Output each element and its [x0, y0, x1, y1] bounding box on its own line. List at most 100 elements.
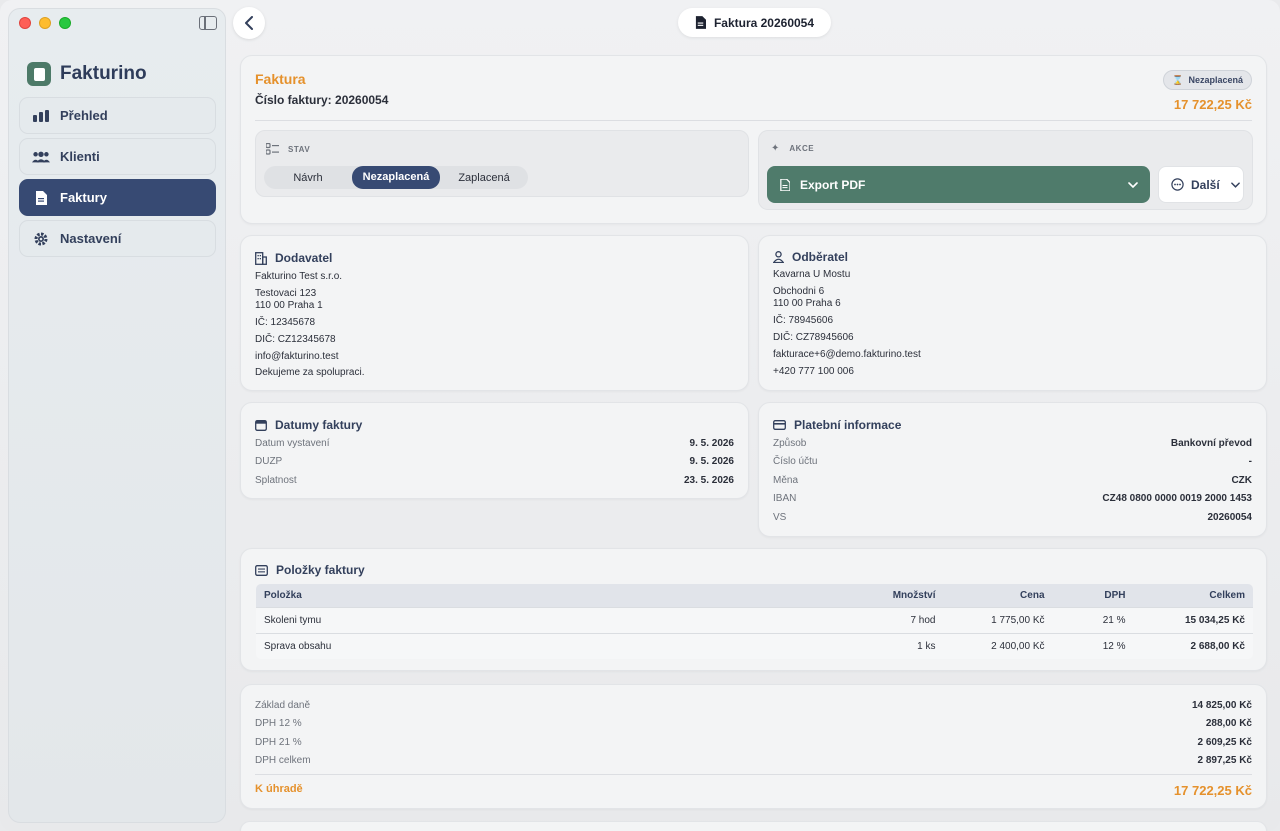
sidebar-item-klienti[interactable]: Klienti: [19, 138, 216, 175]
summary-value: 288,00 Kč: [1205, 718, 1252, 729]
app-window: Fakturino Přehled Klienti Faktury Nastav…: [0, 0, 1280, 831]
minimize-window-button[interactable]: [39, 17, 51, 29]
credit-card-icon: [773, 420, 786, 430]
status-option-nezaplacena[interactable]: Nezaplacená: [352, 166, 440, 189]
supplier-name: Fakturino Test s.r.o.: [255, 271, 343, 282]
table-cell: 21 %: [1052, 607, 1134, 634]
divider: [255, 120, 1252, 121]
actions-section-header: ✦ AKCE: [771, 143, 814, 154]
amount-due-value: 17 722,25 Kč: [1173, 783, 1252, 798]
payment-label: Číslo účtu: [773, 456, 818, 467]
payment-title: Platební informace: [794, 418, 902, 432]
summary-total-row: K úhradě 17 722,25 Kč: [255, 783, 1252, 798]
table-cell: 15 034,25 Kč: [1133, 607, 1253, 634]
supplier-note: Dekujeme za spolupraci.: [255, 367, 365, 378]
zoom-window-button[interactable]: [59, 17, 71, 29]
payment-label: IBAN: [773, 493, 797, 504]
dates-title: Datumy faktury: [275, 418, 363, 432]
table-cell: 1 775,00 Kč: [943, 607, 1053, 634]
table-row[interactable]: Sprava obsahu 1 ks 2 400,00 Kč 12 % 2 68…: [256, 633, 1253, 659]
supplier-dic: DIČ: CZ12345678: [255, 334, 336, 345]
actions-section-label: AKCE: [789, 144, 815, 153]
actions-panel: ✦ AKCE Export PDF Další: [758, 130, 1253, 210]
sidebar-toggle-icon[interactable]: [199, 16, 217, 30]
sidebar-item-faktury[interactable]: Faktury: [19, 179, 216, 216]
table-cell: Sprava obsahu: [256, 633, 816, 659]
payment-value: Bankovní převod: [1170, 438, 1252, 449]
table-cell: 1 ks: [815, 633, 944, 659]
items-header: Položky faktury: [255, 563, 365, 577]
column-header: Položka: [256, 584, 816, 608]
customer-street: Obchodni 6: [773, 286, 825, 297]
chevron-down-icon: [1230, 181, 1240, 188]
date-row: Datum vystavení 9. 5. 2026: [255, 438, 734, 449]
items-title: Položky faktury: [276, 563, 365, 577]
payment-row: IBAN CZ48 0800 0000 0019 2000 1453: [773, 493, 1252, 504]
status-section-header: STAV: [266, 143, 310, 155]
sidebar-item-label: Přehled: [60, 108, 108, 123]
close-window-button[interactable]: [19, 17, 31, 29]
export-pdf-button[interactable]: Export PDF: [767, 166, 1150, 203]
customer-dic: DIČ: CZ78945606: [773, 332, 854, 343]
app-logo-icon: [27, 62, 51, 86]
summary-row: Základ daně 14 825,00 Kč: [255, 700, 1252, 711]
column-header: Celkem: [1133, 584, 1253, 608]
payment-row: Způsob Bankovní převod: [773, 438, 1252, 449]
invoice-header-card: Faktura Číslo faktury: 20260054 ⌛ Nezapl…: [240, 55, 1267, 224]
payment-label: Měna: [773, 475, 799, 486]
supplier-header: Dodavatel: [255, 251, 332, 265]
calendar-icon: [255, 419, 267, 431]
sidebar-item-prehled[interactable]: Přehled: [19, 97, 216, 134]
payment-header: Platební informace: [773, 418, 901, 432]
status-segmented-control: Návrh Nezaplacená Zaplacená: [264, 166, 528, 189]
customer-phone: +420 777 100 006: [773, 366, 854, 377]
sidebar-item-label: Klienti: [60, 149, 100, 164]
table-row[interactable]: Skoleni tymu 7 hod 1 775,00 Kč 21 % 15 0…: [256, 607, 1253, 634]
summary-label: DPH 12 %: [255, 718, 302, 729]
payment-label: Způsob: [773, 438, 807, 449]
sidebar: Fakturino Přehled Klienti Faktury Nastav…: [8, 8, 226, 823]
table-header-row: Položka Množství Cena DPH Celkem: [256, 584, 1253, 608]
status-option-navrh[interactable]: Návrh: [264, 172, 352, 184]
summary-row: DPH celkem 2 897,25 Kč: [255, 755, 1252, 766]
person-icon: [773, 251, 784, 263]
document-icon: [32, 190, 50, 205]
page-title: Faktura: [255, 71, 306, 87]
date-row: DUZP 9. 5. 2026: [255, 456, 734, 467]
payment-row: VS 20260054: [773, 512, 1252, 523]
next-card-partial: [240, 821, 1267, 831]
chart-icon: [32, 109, 50, 123]
date-value: 9. 5. 2026: [689, 438, 734, 449]
payment-card: Platební informace Způsob Bankovní převo…: [758, 402, 1267, 537]
customer-name: Kavarna U Mostu: [773, 269, 851, 280]
payment-row: Číslo účtu -: [773, 456, 1252, 467]
more-circle-icon: [1171, 178, 1184, 191]
gear-icon: [32, 232, 50, 246]
list-icon: [255, 564, 268, 576]
window-title-pill: Faktura 20260054: [678, 8, 831, 37]
supplier-street: Testovaci 123: [255, 288, 317, 299]
checklist-icon: [266, 143, 279, 155]
date-label: DUZP: [255, 456, 283, 467]
more-actions-label: Další: [1191, 177, 1220, 192]
document-icon: [695, 16, 706, 29]
sidebar-item-nastaveni[interactable]: Nastavení: [19, 220, 216, 257]
payment-value: CZK: [1231, 475, 1252, 486]
back-button[interactable]: [233, 7, 265, 39]
date-label: Datum vystavení: [255, 438, 330, 449]
customer-email: fakturace+6@demo.fakturino.test: [773, 349, 921, 360]
supplier-email: info@fakturino.test: [255, 351, 339, 362]
window-controls: [19, 17, 71, 29]
status-option-zaplacena[interactable]: Zaplacená: [440, 172, 528, 184]
dates-header: Datumy faktury: [255, 418, 362, 432]
more-actions-button[interactable]: Další: [1158, 166, 1244, 203]
summary-value: 14 825,00 Kč: [1191, 700, 1252, 711]
date-value: 23. 5. 2026: [683, 475, 734, 486]
summary-label: DPH 21 %: [255, 737, 302, 748]
summary-row: DPH 12 % 288,00 Kč: [255, 718, 1252, 729]
chevron-left-icon: [245, 16, 253, 30]
date-row: Splatnost 23. 5. 2026: [255, 475, 734, 486]
chevron-down-icon[interactable]: [1128, 181, 1138, 188]
customer-ic: IČ: 78945606: [773, 315, 834, 326]
table-cell: 12 %: [1052, 633, 1134, 659]
